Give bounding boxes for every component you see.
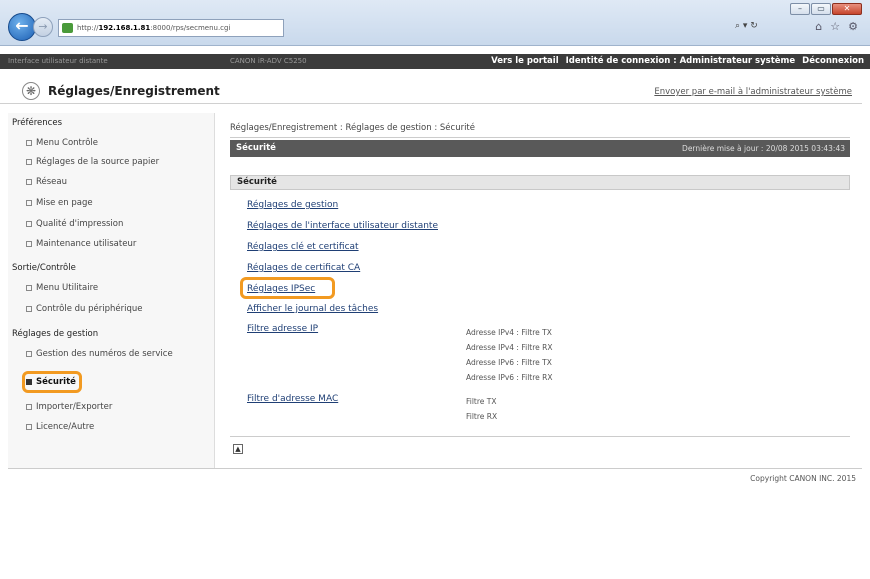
sidebar-heading-gestion: Réglages de gestion — [12, 329, 99, 339]
close-button[interactable]: ✕ — [832, 3, 862, 15]
sidebar-item-label: Menu Contrôle — [36, 138, 98, 148]
bullet-icon — [26, 305, 32, 312]
sidebar-item-menu-utilitaire[interactable]: Menu Utilitaire — [26, 283, 98, 293]
main-content: Réglages/Enregistrement : Réglages de ge… — [225, 113, 862, 468]
highlight-ipsec — [240, 277, 335, 299]
app-name: Interface utilisateur distante — [8, 57, 108, 65]
address-prefix: http:// — [77, 24, 99, 32]
toolbar-icons: ⌂ ☆ ⚙ — [815, 20, 858, 33]
back-to-top-icon[interactable]: ▲ — [233, 444, 243, 454]
bullet-icon — [26, 199, 32, 206]
sidebar-item-mise-en-page[interactable]: Mise en page — [26, 198, 93, 208]
sidebar-item-label: Contrôle du périphérique — [36, 304, 143, 314]
bullet-icon — [26, 139, 32, 146]
logout-link[interactable]: Déconnexion — [802, 56, 864, 66]
divider — [230, 137, 850, 138]
link-cle-certificat[interactable]: Réglages clé et certificat — [247, 242, 359, 252]
bullet-icon — [26, 240, 32, 247]
sidebar-item-controle-peripherique[interactable]: Contrôle du périphérique — [26, 304, 143, 314]
sidebar-item-source-papier[interactable]: Réglages de la source papier — [26, 157, 159, 167]
section-title-bar: Sécurité Dernière mise à jour : 20/08 20… — [230, 140, 850, 157]
site-favicon-icon — [62, 23, 73, 33]
forward-button[interactable]: → — [33, 17, 53, 37]
bullet-icon — [26, 284, 32, 291]
ip-filter-detail: Adresse IPv6 : Filtre TX — [466, 358, 552, 367]
search-refresh-icons[interactable]: ⌕ ▾ ↻ — [735, 21, 758, 31]
sidebar-item-reseau[interactable]: Réseau — [26, 177, 67, 187]
mac-filter-detail: Filtre TX — [466, 397, 497, 406]
link-filtre-ip[interactable]: Filtre adresse IP — [247, 324, 318, 334]
window-controls: – ▭ ✕ — [790, 3, 862, 15]
sidebar-heading-preferences: Préférences — [12, 118, 62, 128]
settings-gear-icon[interactable]: ⚙ — [848, 20, 858, 33]
link-reglages-gestion[interactable]: Réglages de gestion — [247, 200, 338, 210]
link-certificat-ca[interactable]: Réglages de certificat CA — [247, 263, 360, 273]
sidebar-item-maintenance[interactable]: Maintenance utilisateur — [26, 239, 136, 249]
sidebar-item-importer-exporter[interactable]: Importer/Exporter — [26, 402, 112, 412]
address-host: 192.168.1.81 — [98, 24, 151, 32]
sidebar-item-qualite[interactable]: Qualité d'impression — [26, 219, 123, 229]
subsection-heading: Sécurité — [230, 175, 850, 190]
browser-chrome: – ▭ ✕ ← → http://192.168.1.81:8000/rps/s… — [0, 0, 870, 46]
minimize-button[interactable]: – — [790, 3, 810, 15]
bullet-icon — [26, 220, 32, 227]
link-filtre-mac[interactable]: Filtre d'adresse MAC — [247, 394, 338, 404]
page-title: Réglages/Enregistrement — [48, 84, 220, 98]
sidebar-item-label: Importer/Exporter — [36, 402, 113, 412]
back-button[interactable]: ← — [8, 13, 36, 41]
breadcrumb: Réglages/Enregistrement : Réglages de ge… — [230, 123, 475, 133]
maximize-button[interactable]: ▭ — [811, 3, 831, 15]
mac-filter-detail: Filtre RX — [466, 412, 498, 421]
link-journal-taches[interactable]: Afficher le journal des tâches — [247, 304, 378, 314]
divider — [230, 436, 850, 437]
bullet-icon — [26, 423, 32, 430]
favorites-icon[interactable]: ☆ — [830, 20, 840, 33]
sidebar-item-label: Réglages de la source papier — [36, 157, 160, 167]
divider — [8, 468, 862, 469]
copyright: Copyright CANON INC. 2015 — [750, 474, 856, 483]
sidebar-item-menu-controle[interactable]: Menu Contrôle — [26, 138, 98, 148]
address-bar[interactable]: http://192.168.1.81:8000/rps/secmenu.cgi — [58, 19, 284, 37]
bullet-icon — [26, 403, 32, 410]
page-header: ❋ Réglages/Enregistrement Envoyer par e-… — [0, 80, 862, 104]
sidebar-item-label: Licence/Autre — [36, 422, 95, 432]
sidebar-item-label: Menu Utilitaire — [36, 283, 99, 293]
sidebar: Préférences Menu Contrôle Réglages de la… — [8, 113, 215, 468]
bullet-icon — [26, 350, 32, 357]
sidebar-item-numeros-service[interactable]: Gestion des numéros de service — [26, 349, 173, 359]
last-update: Dernière mise à jour : 20/08 2015 03:43:… — [682, 144, 845, 153]
sidebar-item-label: Qualité d'impression — [36, 219, 124, 229]
home-icon[interactable]: ⌂ — [815, 20, 822, 33]
top-bar-right: Vers le portail Identité de connexion : … — [491, 54, 864, 69]
device-name: CANON iR-ADV C5250 — [230, 57, 307, 65]
bullet-icon — [26, 178, 32, 185]
section-title: Sécurité — [236, 143, 276, 153]
ip-filter-detail: Adresse IPv4 : Filtre RX — [466, 343, 553, 352]
sidebar-item-label: Maintenance utilisateur — [36, 239, 137, 249]
ip-filter-detail: Adresse IPv6 : Filtre RX — [466, 373, 553, 382]
email-admin-link[interactable]: Envoyer par e-mail à l'administrateur sy… — [654, 87, 852, 97]
sidebar-heading-sortie: Sortie/Contrôle — [12, 263, 76, 273]
sidebar-item-licence[interactable]: Licence/Autre — [26, 422, 94, 432]
login-identity: Identité de connexion : Administrateur s… — [565, 56, 796, 66]
ip-filter-detail: Adresse IPv4 : Filtre TX — [466, 328, 552, 337]
settings-gear-logo-icon: ❋ — [22, 82, 40, 100]
sidebar-item-label: Gestion des numéros de service — [36, 349, 173, 359]
link-interface-distante[interactable]: Réglages de l'interface utilisateur dist… — [247, 221, 438, 231]
highlight-securite — [22, 371, 82, 393]
address-path: :8000/rps/secmenu.cgi — [150, 24, 231, 32]
portal-link[interactable]: Vers le portail — [491, 56, 558, 66]
bullet-icon — [26, 158, 32, 165]
top-bar: Interface utilisateur distante CANON iR-… — [0, 54, 870, 69]
sidebar-item-label: Mise en page — [36, 198, 93, 208]
sidebar-item-label: Réseau — [36, 177, 68, 187]
